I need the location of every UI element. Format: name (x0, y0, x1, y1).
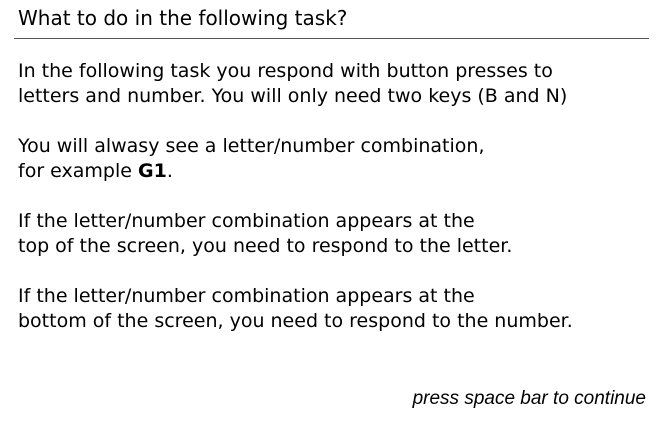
page-title: What to do in the following task? (18, 6, 348, 30)
example-code: G1 (137, 160, 167, 182)
instruction-paragraph-example: You will alwasy see a letter/number comb… (18, 134, 648, 184)
instruction-line: bottom of the screen, you need to respon… (18, 310, 573, 332)
instruction-paragraph-keys: In the following task you respond with b… (18, 59, 648, 109)
instruction-line: for example G1. (18, 159, 648, 184)
instruction-line: top of the screen, you need to respond t… (18, 235, 513, 257)
example-prefix: for example (18, 160, 138, 182)
instruction-paragraph-bottom-rule: If the letter/number combination appears… (18, 284, 648, 334)
instruction-line: If the letter/number combination appears… (18, 285, 475, 307)
instruction-line: letters and number. You will only need t… (18, 85, 568, 107)
instruction-line: In the following task you respond with b… (18, 60, 553, 82)
continue-hint: press space bar to continue (412, 388, 646, 409)
title-divider (14, 38, 649, 39)
instruction-paragraph-top-rule: If the letter/number combination appears… (18, 209, 648, 259)
example-suffix: . (166, 160, 173, 182)
instruction-line: You will alwasy see a letter/number comb… (18, 135, 485, 157)
instruction-line: If the letter/number combination appears… (18, 210, 475, 232)
instructions-body: In the following task you respond with b… (18, 59, 648, 359)
